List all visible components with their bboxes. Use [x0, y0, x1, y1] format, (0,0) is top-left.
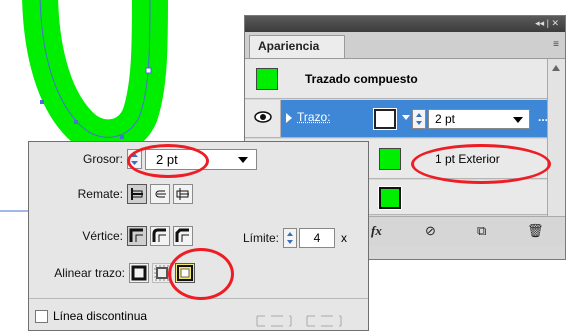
- stroke-weight-field[interactable]: 2 pt: [428, 109, 530, 129]
- miter-limit-field[interactable]: 4: [299, 228, 335, 248]
- round-cap-button[interactable]: [150, 184, 170, 204]
- miter-join-button[interactable]: [127, 226, 147, 246]
- duplicate-item-icon[interactable]: ⧉: [477, 223, 486, 239]
- dash-preview-icon: [256, 315, 342, 327]
- panel-menu-icon[interactable]: ≡: [553, 39, 559, 50]
- annotation-circle-weight: [127, 144, 209, 178]
- miter-limit-stepper[interactable]: [283, 228, 297, 248]
- panel-scrollbar[interactable]: [547, 59, 565, 217]
- stroke-weight-stepper[interactable]: [412, 109, 426, 129]
- bevel-join-icon: [175, 228, 189, 242]
- chevron-down-icon[interactable]: [513, 117, 523, 123]
- panel-tab-row: Apariencia ≡: [245, 32, 565, 59]
- visibility-column: [245, 100, 281, 137]
- eye-icon[interactable]: [254, 110, 272, 124]
- scroll-up-icon[interactable]: [552, 65, 560, 71]
- weight-label: Grosor:: [82, 152, 123, 166]
- stroke-attribute-row[interactable]: Trazo: 2 pt ...: [245, 100, 548, 138]
- stroke-label[interactable]: Trazo:: [297, 110, 331, 124]
- miter-join-icon: [129, 228, 143, 242]
- tab-apariencia[interactable]: Apariencia: [249, 35, 345, 58]
- butt-cap-button[interactable]: [127, 184, 147, 204]
- projecting-cap-icon: [176, 188, 189, 200]
- dashed-line-label: Línea discontinua: [53, 309, 148, 323]
- annotation-circle-exterior: [411, 144, 551, 184]
- chevron-down-icon[interactable]: [238, 157, 248, 163]
- round-join-button[interactable]: [150, 226, 170, 246]
- stroke-weight-value: 2 pt: [435, 112, 456, 126]
- align-center-button[interactable]: [129, 263, 149, 283]
- compound-path-row[interactable]: Trazado compuesto: [245, 59, 547, 99]
- align-center-icon: [131, 265, 147, 281]
- fx-effects-icon[interactable]: fx: [371, 223, 382, 239]
- annotation-circle-align-outside: [168, 248, 234, 300]
- stroke-color-swatch[interactable]: [373, 108, 397, 130]
- corner-label: Vértice:: [82, 229, 123, 243]
- compound-path-thumbnail: [256, 68, 278, 90]
- stepper-arrows-icon: [416, 113, 422, 125]
- stepper-arrows-icon: [287, 232, 293, 244]
- align-stroke-label: Alinear trazo:: [54, 266, 125, 280]
- dashed-line-checkbox[interactable]: [35, 310, 48, 323]
- miter-limit-unit: x: [341, 231, 347, 245]
- butt-cap-icon: [131, 188, 143, 200]
- panel-window-controls[interactable]: ◂◂ | ✕: [535, 18, 559, 29]
- expand-triangle-icon[interactable]: [285, 112, 293, 124]
- cap-label: Remate:: [77, 187, 123, 201]
- fill-color-swatch[interactable]: [378, 186, 402, 210]
- miter-limit-label: Límite:: [242, 231, 279, 245]
- clear-appearance-icon[interactable]: ⊘: [425, 223, 436, 239]
- round-join-icon: [152, 228, 166, 242]
- compound-path-label: Trazado compuesto: [305, 72, 418, 86]
- stroke-detail-swatch[interactable]: [379, 148, 401, 170]
- projecting-cap-button[interactable]: [173, 184, 193, 204]
- panel-titlebar: ◂◂ | ✕: [245, 16, 565, 32]
- stroke-swatch-dropdown-icon[interactable]: [402, 115, 410, 120]
- trash-icon[interactable]: 🗑: [527, 223, 544, 239]
- round-cap-icon: [155, 190, 166, 198]
- bevel-join-button[interactable]: [173, 226, 193, 246]
